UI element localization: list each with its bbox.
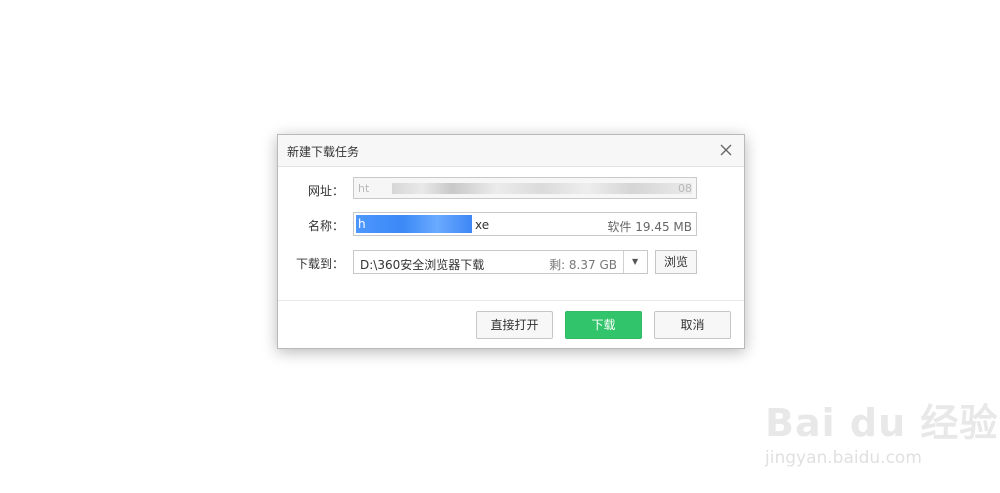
- name-value-suffix: xe: [475, 218, 490, 232]
- open-directly-button[interactable]: 直接打开: [476, 311, 553, 339]
- name-row: 名称： h xe 软件 19.45 MB: [278, 212, 744, 236]
- url-field[interactable]: ht 08: [353, 177, 697, 199]
- dialog-titlebar: 新建下载任务: [278, 135, 744, 167]
- new-download-dialog: 新建下载任务 网址： ht 08 名称： h xe 软件 19.45 MB 下载…: [277, 134, 745, 349]
- url-value-tail: 08: [678, 182, 692, 195]
- file-type-size: 软件 19.45 MB: [607, 220, 692, 234]
- cancel-button[interactable]: 取消: [654, 311, 731, 339]
- free-space-text: 剩: 8.37 GB: [549, 258, 617, 272]
- name-label: 名称：: [307, 219, 344, 233]
- chevron-down-icon: ▼: [632, 257, 639, 266]
- save-path-value: D:\360安全浏览器下载: [360, 258, 485, 272]
- save-to-label: 下载到：: [295, 257, 344, 271]
- download-button[interactable]: 下载: [565, 311, 642, 339]
- url-row: 网址： ht 08: [278, 177, 744, 201]
- name-field[interactable]: h xe 软件 19.45 MB: [353, 212, 697, 236]
- footer-divider: [278, 300, 744, 301]
- close-icon[interactable]: [718, 142, 734, 158]
- watermark-brand: Bai du 经验: [765, 401, 999, 445]
- browse-button[interactable]: 浏览: [655, 250, 697, 274]
- url-value: ht: [358, 182, 370, 195]
- baidu-jingyan-watermark: Bai du 经验 jingyan.baidu.com: [765, 382, 997, 472]
- watermark-url: jingyan.baidu.com: [765, 448, 922, 468]
- name-prefix-char: h: [358, 217, 366, 231]
- save-path-dropdown-button[interactable]: ▼: [623, 251, 647, 273]
- name-selection-highlight: h: [356, 215, 472, 233]
- save-path-combobox[interactable]: D:\360安全浏览器下载 剩: 8.37 GB ▼: [353, 250, 648, 274]
- url-label: 网址：: [307, 184, 344, 198]
- url-redacted: [392, 183, 692, 194]
- dialog-title: 新建下载任务: [287, 145, 360, 159]
- save-to-row: 下载到： D:\360安全浏览器下载 剩: 8.37 GB ▼ 浏览: [278, 250, 744, 274]
